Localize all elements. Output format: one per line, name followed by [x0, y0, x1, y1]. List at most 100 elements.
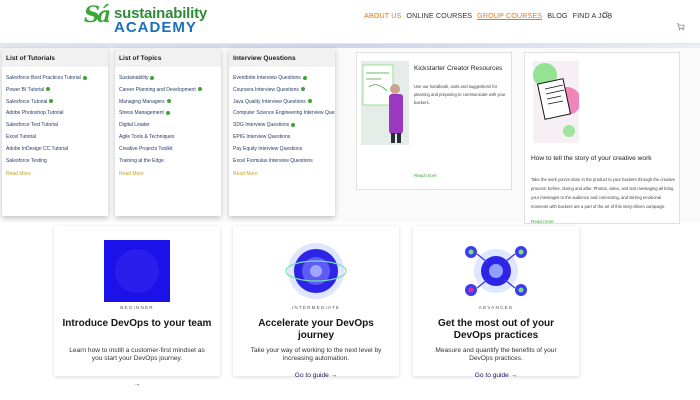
guide-description: Measure and quantify the benefits of you…	[435, 347, 557, 363]
advanced-illustration	[465, 246, 527, 296]
menu-item-label: Career Planning and Development	[119, 86, 196, 93]
resource-card[interactable]: How to tell the story of your creative w…	[524, 52, 680, 224]
read-more-link[interactable]: Read more	[531, 219, 554, 224]
menu-item[interactable]: Pay Equity Interview Questions	[229, 144, 335, 156]
menu-item[interactable]: Java Quality Interview Questions	[229, 97, 335, 109]
new-badge-icon	[300, 87, 305, 92]
site-header: Sá sustainability ACADEMY ABOUT US ONLIN…	[0, 0, 700, 44]
guide-card-intermediate[interactable]: INTERMEDIATE Accelerate your DevOps jour…	[233, 226, 399, 379]
guide-title[interactable]: Introduce DevOps to your team	[62, 318, 212, 330]
new-badge-icon	[302, 75, 307, 80]
nav-online-courses[interactable]: ONLINE COURSES	[406, 11, 472, 20]
nav-blog[interactable]: BLOG	[547, 11, 567, 20]
menu-column-tutorials: List of Tutorials Salesforce Best Practi…	[2, 48, 108, 216]
menu-item[interactable]: Computer Science Engineering Interview Q…	[229, 108, 335, 120]
menu-item[interactable]: SDG Interview Questions	[229, 120, 335, 132]
guide-card-advanced[interactable]: ADVANCED Get the most out of your DevOps…	[413, 226, 579, 379]
guide-title[interactable]: Get the most out of your DevOps practice…	[421, 318, 571, 342]
menu-item[interactable]: Power BI Tutorial	[2, 85, 108, 97]
menu-item[interactable]: Salesforce Tutorial	[2, 97, 108, 109]
menu-item-label: Excel Tutorial	[6, 133, 37, 140]
resource-title[interactable]: Kickstarter Creator Resources	[414, 65, 502, 72]
menu-item-label: Pay Equity Interview Questions	[233, 145, 303, 152]
menu-item[interactable]: Sustainability	[115, 73, 221, 85]
new-badge-icon	[166, 99, 171, 104]
menu-item-label: Salesforce Testing	[6, 157, 47, 164]
menu-item-label: Adobe InDesign CC Tutorial	[6, 145, 68, 152]
mega-menu: List of Tutorials Salesforce Best Practi…	[0, 44, 700, 224]
resource-description: Take the work you've done in the product…	[531, 177, 675, 209]
whiteboard-illustration	[361, 61, 409, 145]
menu-item[interactable]: Salesforce Testing	[2, 156, 108, 168]
guide-description: Take your way of working to the next lev…	[250, 347, 382, 363]
menu-item-label: Salesforce Test Tutorial	[6, 122, 58, 129]
level-label: BEGINNER	[120, 305, 154, 310]
menu-item[interactable]: Adobe Photoshop Tutorial	[2, 108, 108, 120]
menu-item-label: Creative Projects Toolkit	[119, 145, 173, 152]
storybook-illustration	[533, 61, 579, 143]
menu-item-label: Agile Tools & Techniques	[119, 133, 175, 140]
menu-item[interactable]: Adobe InDesign CC Tutorial	[2, 144, 108, 156]
menu-item-label: Digital Leader	[119, 122, 150, 129]
resource-description: Use our handbook, tools and suggestions …	[414, 84, 506, 105]
menu-item[interactable]: Salesforce Best Practices Tutorial	[2, 73, 108, 85]
column-heading: List of Topics	[115, 48, 221, 67]
menu-item-label: Adobe Photoshop Tutorial	[6, 110, 64, 117]
read-more-link[interactable]: Read More	[2, 171, 108, 177]
column-heading: List of Tutorials	[2, 48, 108, 67]
menu-item[interactable]: Creative Projects Toolkit	[115, 144, 221, 156]
read-more-link[interactable]: Read More	[115, 171, 221, 177]
menu-item-label: Power BI Tutorial	[6, 86, 45, 93]
new-badge-icon	[165, 111, 170, 116]
menu-item[interactable]: Excel Tutorial	[2, 132, 108, 144]
menu-item-label: Stress Management	[119, 110, 164, 117]
column-heading: Interview Questions	[229, 48, 335, 67]
new-badge-icon	[82, 75, 87, 80]
menu-item-label: Training at the Edge	[119, 157, 164, 164]
new-badge-icon	[307, 99, 312, 104]
menu-item[interactable]: Salesforce Test Tutorial	[2, 120, 108, 132]
cart-icon[interactable]	[676, 22, 685, 31]
menu-item-label: EPIG Interview Questions	[233, 133, 291, 140]
go-to-guide-link[interactable]: Go to guide →	[413, 372, 579, 379]
go-to-guide-link[interactable]: Go to guide →	[233, 372, 399, 379]
level-label: ADVANCED	[478, 305, 514, 310]
new-badge-icon	[291, 122, 296, 127]
menu-item-label: Java Quality Interview Questions	[233, 98, 306, 105]
menu-item-label: Salesforce Tutorial	[6, 98, 48, 105]
menu-item[interactable]: EPIG Interview Questions	[229, 132, 335, 144]
menu-item-label: Salesforce Best Practices Tutorial	[6, 75, 81, 81]
level-label: INTERMEDIATE	[291, 305, 341, 310]
menu-item-label: Sustainability	[119, 75, 149, 81]
nav-about-us[interactable]: ABOUT US	[364, 11, 401, 20]
search-icon[interactable]	[602, 11, 611, 20]
new-badge-icon	[150, 75, 155, 80]
new-badge-icon	[46, 87, 51, 92]
read-more-link[interactable]: Read more	[414, 173, 437, 178]
menu-item[interactable]: Eventbrite Interview Questions	[229, 73, 335, 85]
resource-title[interactable]: How to tell the story of your creative w…	[531, 155, 652, 162]
brand-logo[interactable]: Sá sustainability ACADEMY	[84, 2, 224, 36]
read-more-link[interactable]: Read More	[229, 171, 335, 177]
guide-title[interactable]: Accelerate your DevOps journey	[241, 318, 391, 342]
intermediate-illustration	[285, 243, 347, 299]
menu-item[interactable]: Digital Leader	[115, 120, 221, 132]
menu-column-topics: List of Topics Sustainability Career Plan…	[115, 48, 221, 216]
menu-item[interactable]: Stress Management	[115, 108, 221, 120]
menu-item-label: Managing Managers	[119, 98, 165, 105]
menu-item[interactable]: Coursera Interview Questions	[229, 85, 335, 97]
guide-card-beginner[interactable]: BEGINNER Introduce DevOps to your team L…	[54, 226, 220, 388]
menu-item[interactable]: Career Planning and Development	[115, 85, 221, 97]
menu-item[interactable]: Managing Managers	[115, 97, 221, 109]
menu-item[interactable]: Excel Formulas Interview Questions	[229, 156, 335, 168]
menu-item-label: Coursera Interview Questions	[233, 86, 299, 93]
menu-item-label: Computer Science Engineering Interview Q…	[233, 110, 335, 117]
menu-item[interactable]: Training at the Edge	[115, 156, 221, 168]
resource-card[interactable]: Kickstarter Creator Resources Use our ha…	[356, 52, 512, 190]
menu-column-interview-questions: Interview Questions Eventbrite Interview…	[229, 48, 335, 216]
nav-group-courses[interactable]: GROUP COURSES	[477, 11, 542, 20]
main-nav: ABOUT US ONLINE COURSES GROUP COURSES BL…	[364, 11, 612, 20]
menu-item-label: SDG Interview Questions	[233, 122, 290, 129]
arrow-icon[interactable]: →	[54, 381, 220, 388]
menu-item[interactable]: Agile Tools & Techniques	[115, 132, 221, 144]
